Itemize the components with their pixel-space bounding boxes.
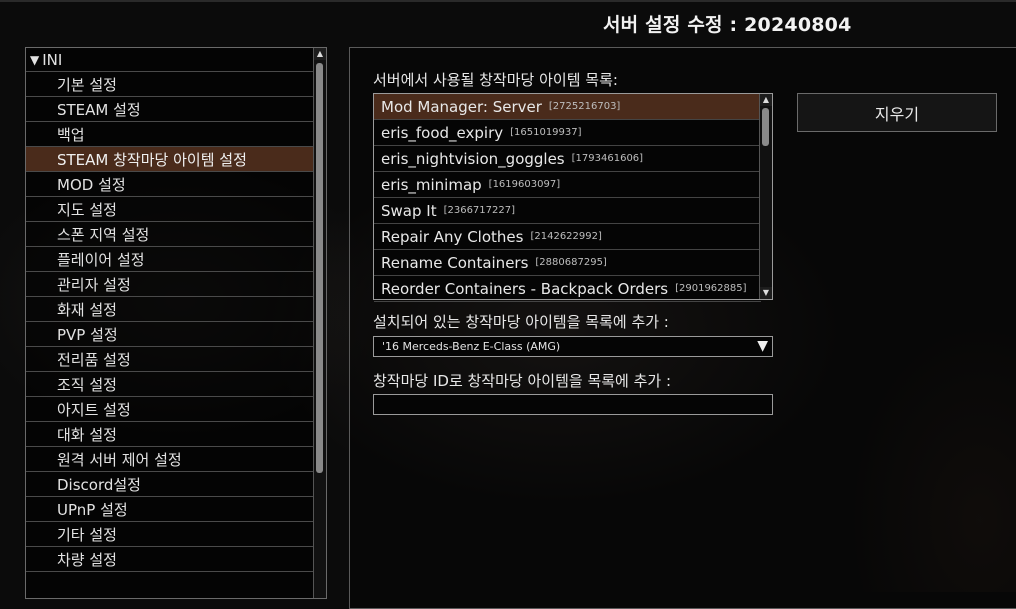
scroll-up-icon[interactable]: ▲ (314, 48, 326, 60)
sidebar-item[interactable]: 지도 설정 (26, 197, 313, 222)
workshop-item-rows: Mod Manager: Server [2725216703] eris_food… (374, 94, 761, 302)
workshop-item-row[interactable]: Reorder Containers - Backpack Orders [290… (374, 276, 761, 302)
workshop-list-scrollbar[interactable]: ▲ ▼ (759, 94, 772, 299)
sidebar-item-label: 스폰 지역 설정 (57, 225, 150, 244)
scrollbar-thumb[interactable] (762, 108, 769, 146)
workshop-item-id: [2366717227] (443, 205, 516, 216)
sidebar-item[interactable]: STEAM 설정 (26, 97, 313, 122)
workshop-item-name: eris_nightvision_goggles (381, 149, 565, 168)
sidebar-item[interactable]: 기본 설정 (26, 72, 313, 97)
sidebar-item-label: MOD 설정 (57, 175, 126, 194)
installed-items-label: 설치되어 있는 창작마당 아이템을 목록에 추가 : (373, 313, 669, 331)
sidebar-item-label: 백업 (57, 125, 85, 144)
workshop-list-label: 서버에서 사용될 창작마당 아이템 목록: (373, 71, 618, 89)
sidebar-item[interactable]: 플레이어 설정 (26, 247, 313, 272)
dropdown-selected-value: '16 Merceds-Benz E-Class (AMG) (382, 340, 561, 353)
sidebar-item-label: 화재 설정 (57, 300, 117, 319)
workshop-item-row[interactable]: eris_nightvision_goggles [1793461606] (374, 146, 761, 172)
workshop-item-name: Reorder Containers - Backpack Orders (381, 279, 669, 298)
sidebar-item-label: 지도 설정 (57, 200, 117, 219)
sidebar-item[interactable]: STEAM 창작마당 아이템 설정 (26, 147, 313, 172)
workshop-item-id: [2142622992] (530, 231, 602, 242)
workshop-item-row[interactable]: Repair Any Clothes [2142622992] (374, 224, 761, 250)
sidebar-item-label: 차량 설정 (57, 550, 117, 569)
sidebar-item[interactable]: 아지트 설정 (26, 397, 313, 422)
workshop-item-row[interactable]: eris_food_expiry [1651019937] (374, 120, 761, 146)
scroll-up-icon[interactable]: ▲ (760, 94, 772, 106)
sidebar-item-label: 기타 설정 (57, 525, 117, 544)
sidebar-item[interactable]: 화재 설정 (26, 297, 313, 322)
sidebar-item-label: 원격 서버 제어 설정 (57, 450, 182, 469)
workshop-item-id: [2880687295] (535, 257, 607, 268)
sidebar-item[interactable]: 백업 (26, 122, 313, 147)
sidebar-item-label: 기본 설정 (57, 75, 117, 94)
settings-tree: ▼ INI 기본 설정 STEAM 설정백업 STEAM 창작마당 아이템 설정 MO… (25, 47, 327, 599)
sidebar-item[interactable]: 조직 설정 (26, 372, 313, 397)
sidebar-item[interactable]: 기타 설정 (26, 522, 313, 547)
sidebar-item[interactable]: Discord설정 (26, 472, 313, 497)
dropdown-arrow-icon[interactable]: ▼ (757, 338, 768, 354)
sidebar-item-label: STEAM 설정 (57, 100, 141, 119)
sidebar-item-label: 전리품 설정 (57, 350, 131, 369)
workshop-item-list[interactable]: Mod Manager: Server [2725216703] eris_food… (373, 93, 773, 302)
sidebar-item[interactable]: UPnP 설정 (26, 497, 313, 522)
workshop-item-name: Mod Manager: Server (381, 97, 542, 116)
sidebar-item-label: 조직 설정 (57, 375, 117, 394)
sidebar-item-label: 관리자 설정 (57, 275, 131, 294)
workshop-item-row[interactable]: Swap It [2366717227] (374, 198, 761, 224)
sidebar-item[interactable]: 관리자 설정 (26, 272, 313, 297)
workshop-item-row[interactable]: eris_minimap [1619603097] (374, 172, 761, 198)
sidebar-item[interactable]: 차량 설정 (26, 547, 313, 572)
workshop-id-input[interactable] (373, 394, 773, 415)
sidebar-item[interactable]: 원격 서버 제어 설정 (26, 447, 313, 472)
sidebar-item[interactable]: PVP 설정 (26, 322, 313, 347)
sidebar-item-label: UPnP 설정 (57, 500, 128, 519)
workshop-item-name: eris_food_expiry (381, 123, 504, 142)
sidebar-item-label: 아지트 설정 (57, 400, 131, 419)
sidebar-item[interactable]: 스폰 지역 설정 (26, 222, 313, 247)
workshop-item-id: [2725216703] (548, 101, 621, 112)
installed-items-dropdown[interactable]: '16 Merceds-Benz E-Class (AMG) ▼ (373, 336, 773, 357)
sidebar-item-label: STEAM 창작마당 아이템 설정 (57, 150, 247, 169)
workshop-item-row[interactable]: Rename Containers [2880687295] (374, 250, 761, 276)
clear-button[interactable]: 지우기 (797, 93, 997, 132)
workshop-item-id: [2901962885] (675, 283, 747, 294)
sidebar-item[interactable]: 전리품 설정 (26, 347, 313, 372)
tree-root-label: INI (42, 50, 63, 69)
scrollbar-thumb[interactable] (316, 63, 323, 473)
workshop-item-name: Swap It (381, 201, 437, 220)
workshop-item-id: [1651019937] (510, 127, 582, 138)
settings-tree-scrollbar[interactable]: ▲ (313, 48, 326, 598)
sidebar-item[interactable]: MOD 설정 (26, 172, 313, 197)
workshop-item-name: Rename Containers (381, 253, 529, 272)
window-title: 서버 설정 수정 : 20240804 (603, 14, 852, 36)
sidebar-item[interactable]: 대화 설정 (26, 422, 313, 447)
window-top-border (0, 0, 1016, 2)
sidebar-item-label: 플레이어 설정 (57, 250, 145, 269)
sidebar-item-label: Discord설정 (57, 475, 141, 494)
settings-tree-list: ▼ INI 기본 설정 STEAM 설정백업 STEAM 창작마당 아이템 설정 MO… (26, 48, 313, 572)
sidebar-item-label: 대화 설정 (57, 425, 117, 444)
workshop-item-id: [1619603097] (488, 179, 561, 190)
workshop-item-id: [1793461606] (571, 153, 644, 164)
workshop-id-label: 창작마당 ID로 창작마당 아이템을 목록에 추가 : (373, 372, 672, 390)
workshop-item-name: Repair Any Clothes (381, 227, 524, 246)
scroll-down-icon[interactable]: ▼ (760, 287, 772, 299)
sidebar-item-label: PVP 설정 (57, 325, 118, 344)
workshop-item-name: eris_minimap (381, 175, 482, 194)
expand-caret-icon[interactable]: ▼ (30, 53, 39, 67)
tree-root-ini[interactable]: ▼ INI (26, 48, 313, 72)
workshop-item-row[interactable]: Mod Manager: Server [2725216703] (374, 94, 761, 120)
